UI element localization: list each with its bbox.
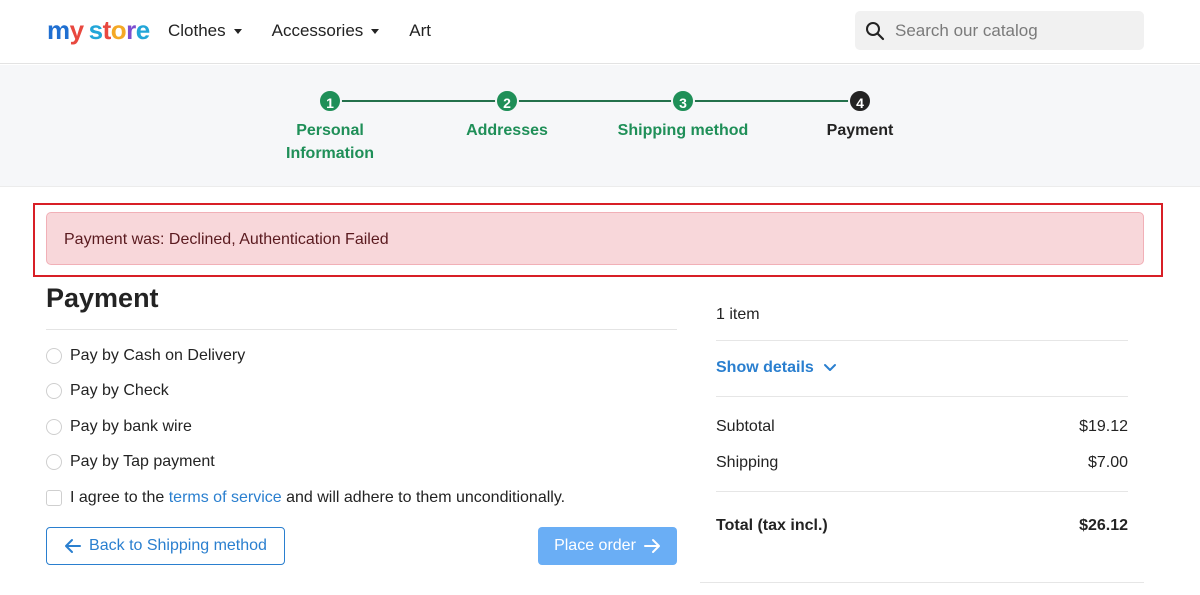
caret-down-icon [371, 28, 380, 34]
nav-item-label: Accessories [271, 21, 364, 40]
option-label: Pay by bank wire [70, 418, 192, 435]
arrow-left-icon [65, 539, 82, 553]
button-label: Place order [554, 537, 636, 554]
option-label: Pay by Cash on Delivery [70, 347, 246, 364]
nav-item-label: Clothes [168, 21, 226, 40]
payment-option-bank-wire[interactable]: Pay by bank wire [46, 418, 192, 436]
radio-button[interactable] [46, 383, 62, 399]
divider [716, 491, 1128, 492]
back-to-shipping-button[interactable]: Back to Shipping method [46, 527, 285, 565]
store-logo[interactable]: my store [47, 13, 150, 47]
shipping-label: Shipping [716, 454, 779, 471]
radio-button[interactable] [46, 419, 62, 435]
site-header: my store Clothes Accessories Art [0, 0, 1200, 64]
terms-checkbox[interactable] [46, 490, 62, 506]
items-count: 1 item [716, 306, 760, 323]
place-order-button[interactable]: Place order [538, 527, 677, 565]
step-personal-information[interactable]: 1 Personal Information [240, 89, 420, 165]
checkout-steps: 1 Personal Information 2 Addresses 3 Ship… [0, 65, 1200, 187]
page-title: Payment [46, 283, 159, 313]
step-number: 2 [495, 89, 519, 113]
step-label: Personal Information [286, 122, 374, 162]
button-label: Back to Shipping method [89, 537, 267, 554]
terms-agreement: I agree to the terms of service and will… [46, 489, 565, 507]
terms-text: I agree to the terms of service and will… [70, 489, 566, 506]
search-box [855, 11, 1144, 50]
subtotal-value: $19.12 [1079, 418, 1128, 435]
step-number: 1 [318, 89, 342, 113]
terms-of-service-link[interactable]: terms of service [169, 489, 282, 506]
total-label: Total (tax incl.) [716, 517, 828, 534]
radio-button[interactable] [46, 348, 62, 364]
logo-letter: t [102, 15, 112, 45]
payment-option-tap-payment[interactable]: Pay by Tap payment [46, 453, 215, 471]
payment-error-alert: Payment was: Declined, Authentication Fa… [46, 212, 1144, 265]
logo-letter: e [135, 15, 150, 45]
logo-letter: y [69, 15, 84, 45]
logo-letter: r [126, 15, 136, 45]
logo-letter: m [47, 15, 70, 45]
divider [46, 329, 677, 330]
total-value: $26.12 [1079, 517, 1128, 534]
step-label: Shipping method [617, 122, 749, 139]
step-addresses[interactable]: 2 Addresses [417, 89, 597, 142]
step-label: Payment [826, 122, 894, 139]
show-details-toggle[interactable]: Show details [716, 359, 837, 377]
logo-letter: s [88, 15, 103, 45]
step-payment: 4 Payment [770, 89, 950, 142]
chevron-down-icon [823, 364, 836, 371]
logo-letter: o [110, 15, 127, 45]
nav-item-label: Art [409, 21, 432, 40]
step-number: 3 [671, 89, 695, 113]
divider [716, 340, 1128, 341]
order-summary: 1 item Show details Subtotal $19.12 Ship… [700, 290, 1144, 583]
payment-option-check[interactable]: Pay by Check [46, 382, 169, 400]
shipping-value: $7.00 [1087, 454, 1128, 471]
search-icon[interactable] [865, 21, 885, 41]
nav-item-clothes[interactable]: Clothes [168, 20, 242, 42]
nav-item-accessories[interactable]: Accessories [272, 20, 380, 42]
main-nav: Clothes Accessories Art [168, 20, 461, 42]
step-number: 4 [848, 89, 872, 113]
payment-option-cash-on-delivery[interactable]: Pay by Cash on Delivery [46, 347, 245, 365]
step-shipping-method[interactable]: 3 Shipping method [593, 89, 773, 142]
search-input[interactable] [895, 20, 1135, 41]
arrow-right-icon [643, 539, 660, 553]
option-label: Pay by Tap payment [70, 453, 215, 470]
option-label: Pay by Check [70, 382, 169, 399]
caret-down-icon [233, 28, 242, 34]
radio-button[interactable] [46, 454, 62, 470]
show-details-label: Show details [716, 359, 814, 376]
nav-item-art[interactable]: Art [409, 20, 431, 42]
divider [716, 396, 1128, 397]
subtotal-label: Subtotal [716, 418, 775, 435]
step-label: Addresses [466, 122, 548, 139]
